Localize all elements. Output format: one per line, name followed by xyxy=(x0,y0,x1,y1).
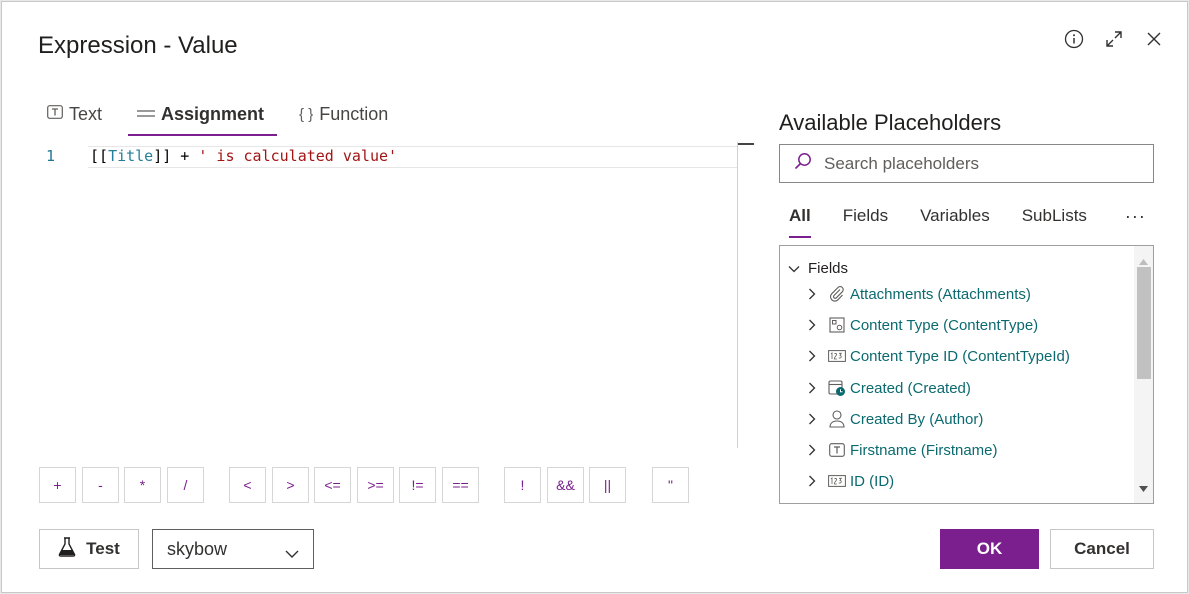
op-less-button[interactable]: < xyxy=(229,467,266,503)
chevron-down-icon xyxy=(788,260,800,277)
tab-assignment[interactable]: Assignment xyxy=(128,98,278,136)
code-line[interactable]: [[Title]] + ' is calculated value' xyxy=(90,147,397,165)
chevron-right-icon xyxy=(808,475,822,487)
equals-icon xyxy=(137,106,156,123)
scrollbar-thumb[interactable] xyxy=(1137,267,1151,379)
info-icon[interactable] xyxy=(1063,28,1085,50)
text-box-icon xyxy=(47,105,63,123)
number-icon xyxy=(828,472,846,490)
tab-function-label: Function xyxy=(319,103,389,124)
text-box-icon xyxy=(828,441,846,459)
tree-item-content-type[interactable]: Content Type (ContentType) xyxy=(808,316,1038,334)
op-less-equal-button[interactable]: <= xyxy=(314,467,351,503)
chevron-down-icon xyxy=(285,543,299,564)
editor-overview-marker xyxy=(738,143,754,145)
search-icon xyxy=(794,152,812,175)
content-type-icon xyxy=(828,316,846,334)
placeholder-search-input[interactable] xyxy=(822,152,1122,175)
code-close: ]] + xyxy=(153,147,199,165)
expression-tabs: Text Assignment { } Function xyxy=(38,98,414,136)
tab-assignment-label: Assignment xyxy=(161,103,265,124)
op-divide-button[interactable]: / xyxy=(167,467,204,503)
code-string: ' is calculated value' xyxy=(198,147,398,165)
ok-button[interactable]: OK xyxy=(940,529,1039,569)
ptab-fields[interactable]: Fields xyxy=(843,202,888,230)
op-multiply-button[interactable]: * xyxy=(124,467,161,503)
tab-text[interactable]: Text xyxy=(38,98,111,130)
ptab-all[interactable]: All xyxy=(789,202,811,238)
tree-item-label: Firstname (Firstname) xyxy=(850,441,998,459)
more-icon[interactable]: ··· xyxy=(1125,202,1146,230)
tree-group-label: Fields xyxy=(808,260,849,277)
code-open: [[ xyxy=(90,147,109,165)
tab-text-label: Text xyxy=(69,103,103,124)
site-select-value: skybow xyxy=(167,538,228,559)
op-and-button[interactable]: && xyxy=(547,467,584,503)
close-icon[interactable] xyxy=(1143,28,1165,50)
dialog-title: Expression - Value xyxy=(38,32,238,59)
flask-icon xyxy=(58,536,76,562)
person-icon xyxy=(828,410,846,428)
op-greater-equal-button[interactable]: >= xyxy=(357,467,394,503)
tree-group-fields[interactable]: Fields xyxy=(788,260,848,277)
op-minus-button[interactable]: - xyxy=(82,467,119,503)
expression-dialog: Expression - Value Text Assignment { } F… xyxy=(1,1,1188,593)
site-select[interactable]: skybow xyxy=(152,529,314,569)
code-field: Title xyxy=(108,147,154,165)
line-number: 1 xyxy=(46,147,56,165)
op-plus-button[interactable]: + xyxy=(39,467,76,503)
op-or-button[interactable]: || xyxy=(589,467,626,503)
chevron-right-icon xyxy=(808,350,822,362)
chevron-right-icon xyxy=(808,413,822,425)
tree-item-content-type-id[interactable]: Content Type ID (ContentTypeId) xyxy=(808,347,1070,365)
braces-icon: { } xyxy=(299,105,314,123)
ptab-variables[interactable]: Variables xyxy=(920,202,990,230)
tree-item-attachments[interactable]: Attachments (Attachments) xyxy=(808,285,1031,303)
tree-item-created[interactable]: Created (Created) xyxy=(808,379,971,397)
expand-icon[interactable] xyxy=(1103,28,1125,50)
tree-item-label: Attachments (Attachments) xyxy=(850,285,1031,303)
placeholder-search-box[interactable] xyxy=(779,144,1154,183)
op-equal-button[interactable]: == xyxy=(442,467,479,503)
tree-item-id[interactable]: ID (ID) xyxy=(808,472,894,490)
op-not-equal-button[interactable]: != xyxy=(399,467,436,503)
code-editor[interactable]: 1 [[Title]] + ' is calculated value' xyxy=(38,142,738,448)
placeholder-tree: Fields Attachments (Attachments) Content… xyxy=(779,245,1154,504)
tree-item-label: Created By (Author) xyxy=(850,410,984,428)
cancel-button[interactable]: Cancel xyxy=(1050,529,1154,569)
chevron-right-icon xyxy=(808,288,822,300)
tree-item-created-by[interactable]: Created By (Author) xyxy=(808,410,983,428)
tree-item-firstname[interactable]: Firstname (Firstname) xyxy=(808,441,998,459)
tab-function[interactable]: { } Function xyxy=(290,98,397,130)
chevron-right-icon xyxy=(808,319,822,331)
op-quote-button[interactable]: " xyxy=(652,467,689,503)
dialog-controls xyxy=(1063,28,1165,50)
placeholders-title: Available Placeholders xyxy=(779,110,1002,135)
chevron-right-icon xyxy=(808,444,822,456)
chevron-right-icon xyxy=(808,382,822,394)
tree-item-label: ID (ID) xyxy=(850,472,895,490)
calendar-clock-icon xyxy=(828,379,846,397)
tree-item-label: Created (Created) xyxy=(850,379,971,397)
placeholder-tabs: All Fields Variables SubLists ··· xyxy=(779,202,1156,240)
tree-item-label: Content Type ID (ContentTypeId) xyxy=(850,347,1070,365)
op-greater-button[interactable]: > xyxy=(272,467,309,503)
test-button-label: Test xyxy=(86,539,120,558)
test-button[interactable]: Test xyxy=(39,529,139,569)
number-icon xyxy=(828,347,846,365)
op-not-button[interactable]: ! xyxy=(504,467,541,503)
scroll-down-icon[interactable] xyxy=(1139,479,1148,497)
ptab-sublists[interactable]: SubLists xyxy=(1022,202,1087,230)
paperclip-icon xyxy=(828,285,846,303)
tree-item-label: Content Type (ContentType) xyxy=(850,316,1039,334)
tree-scrollbar[interactable] xyxy=(1134,246,1153,503)
